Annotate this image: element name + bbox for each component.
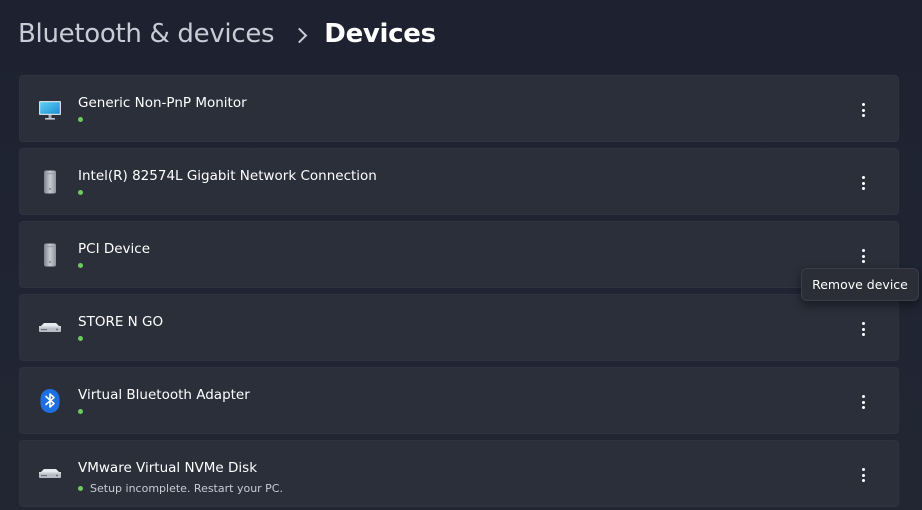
more-options-button[interactable]: [848, 168, 878, 198]
more-dots-icon: [861, 395, 865, 399]
status-connected-dot: [78, 190, 83, 195]
more-dots-icon-part: [861, 108, 865, 112]
device-card[interactable]: VMware Virtual NVMe Disk Setup incomplet…: [19, 440, 899, 507]
tooltip-text: Remove device: [812, 277, 908, 292]
status-connected-dot: [78, 117, 83, 122]
more-options-button[interactable]: [848, 95, 878, 125]
more-dots-icon-part: [861, 473, 865, 477]
more-options-button[interactable]: [848, 314, 878, 344]
more-dots-icon-part: [861, 259, 865, 263]
device-name: VMware Virtual NVMe Disk: [78, 460, 258, 476]
status-connected-dot: [78, 486, 83, 491]
device-tower-icon: [37, 169, 63, 195]
more-dots-icon-part: [861, 181, 865, 185]
more-dots-icon: [861, 103, 865, 107]
more-dots-icon-part: [861, 478, 865, 482]
device-status: [78, 263, 90, 268]
more-options-button[interactable]: [848, 241, 878, 271]
more-dots-icon-part: [861, 327, 865, 331]
device-status: [78, 409, 90, 414]
device-name: STORE N GO: [78, 314, 164, 330]
status-connected-dot: [78, 409, 83, 414]
chevron-right-icon: [292, 27, 308, 43]
device-name: PCI Device: [78, 241, 151, 257]
device-name: Virtual Bluetooth Adapter: [78, 387, 250, 403]
drive-icon: [37, 315, 63, 341]
more-options-button[interactable]: [848, 460, 878, 490]
more-dots-icon-part: [861, 254, 865, 258]
device-name: Intel(R) 82574L Gigabit Network Connecti…: [78, 168, 377, 184]
device-card[interactable]: STORE N GO: [19, 294, 899, 361]
device-list: Generic Non-PnP Monitor Intel(R) 82574L …: [19, 75, 899, 510]
more-dots-icon-part: [861, 186, 865, 190]
devices-page: Bluetooth & devices Devices Generic Non-…: [0, 0, 922, 510]
device-card[interactable]: PCI Device: [19, 221, 899, 288]
device-card[interactable]: Intel(R) 82574L Gigabit Network Connecti…: [19, 148, 899, 215]
device-card[interactable]: Virtual Bluetooth Adapter: [19, 367, 899, 434]
more-dots-icon-part: [861, 405, 865, 409]
more-dots-icon-part: [861, 400, 865, 404]
breadcrumb-parent-link[interactable]: Bluetooth & devices: [18, 19, 275, 49]
device-status: [78, 190, 90, 195]
status-connected-dot: [78, 263, 83, 268]
more-options-button[interactable]: [848, 387, 878, 417]
device-status: [78, 336, 90, 341]
monitor-icon: [37, 96, 63, 122]
device-name: Generic Non-PnP Monitor: [78, 95, 247, 111]
more-dots-icon: [861, 322, 865, 326]
more-dots-icon: [861, 176, 865, 180]
more-dots-icon-part: [861, 332, 865, 336]
more-dots-icon-part: [861, 113, 865, 117]
status-connected-dot: [78, 336, 83, 341]
drive-icon: [37, 461, 63, 487]
breadcrumb: Bluetooth & devices Devices: [18, 14, 436, 54]
device-status: [78, 117, 90, 122]
remove-device-tooltip[interactable]: Remove device: [801, 268, 919, 301]
device-card[interactable]: Generic Non-PnP Monitor: [19, 75, 899, 142]
more-dots-icon: [861, 249, 865, 253]
device-status: Setup incomplete. Restart your PC.: [78, 482, 283, 495]
device-status-text: Setup incomplete. Restart your PC.: [90, 482, 283, 495]
more-dots-icon: [861, 468, 865, 472]
bluetooth-icon: [37, 388, 63, 414]
page-title: Devices: [324, 19, 436, 49]
device-tower-icon: [37, 242, 63, 268]
